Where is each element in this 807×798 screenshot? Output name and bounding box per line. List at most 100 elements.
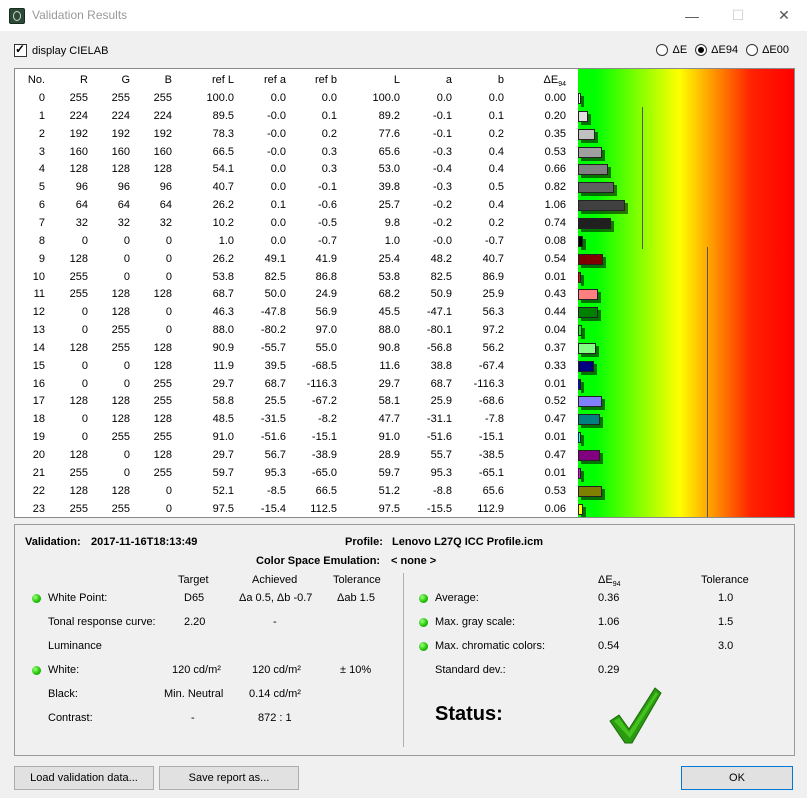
- table-cell: -15.1: [311, 431, 337, 444]
- table-cell: 65.6: [378, 145, 400, 158]
- header-cell: a: [445, 74, 452, 86]
- table-cell: 0: [81, 377, 88, 390]
- table-row[interactable]: 11 255 128 128 68.7 50.0 24.9 68.2 50.9 25.9 0.43: [15, 285, 578, 303]
- results-table[interactable]: No. R G Bref Lref a ref b La b ΔE94 0 255 255 255 10…: [14, 68, 795, 518]
- table-cell: -80.2: [260, 324, 286, 337]
- table-row[interactable]: 8 0 0 0 1.0 0.0 -0.7 1.0 -0.0 -0.7 0.08: [15, 232, 578, 250]
- table-row[interactable]: 20 128 0 128 29.7 56.7 -38.9 28.9 55.7 -38.5 0.47: [15, 446, 578, 464]
- table-row[interactable]: 21 255 0 255 59.7 95.3 -65.0 59.7 95.3 -65.1 0.01: [15, 464, 578, 482]
- close-button[interactable]: ✕: [761, 0, 807, 31]
- delta-e-bar: [578, 200, 625, 212]
- ok-button[interactable]: OK: [681, 766, 793, 790]
- table-cell: 255: [69, 466, 88, 479]
- table-cell: 0.52: [544, 395, 566, 408]
- chroma-value: 0.54: [598, 640, 620, 652]
- radio-de00[interactable]: [746, 44, 759, 56]
- minimize-button[interactable]: —: [669, 0, 715, 31]
- delta-e-bar: [578, 414, 600, 426]
- table-row[interactable]: 18 0 128 128 48.5 -31.5 -8.2 47.7 -31.1 -7.8 0.47: [15, 410, 578, 428]
- chroma-label: Max. chromatic colors:: [435, 640, 546, 652]
- table-row[interactable]: 9 128 0 0 26.2 49.1 41.9 25.4 48.2 40.7 0.54: [15, 250, 578, 268]
- table-cell: -0.4: [433, 163, 452, 176]
- black-target: Min. Neutral: [164, 688, 224, 700]
- table-cell: 41.9: [315, 252, 337, 265]
- table-row[interactable]: 13 0 255 0 88.0 -80.2 97.0 88.0 -80.1 97.2 0.04: [15, 321, 578, 339]
- delta-e-bar: [578, 307, 599, 319]
- table-cell: 10.2: [212, 216, 234, 229]
- delta-e-bar: [578, 485, 603, 497]
- table-cell: 0.54: [544, 252, 566, 265]
- table-cell: 11.6: [379, 359, 400, 372]
- table-cell: -56.8: [426, 341, 452, 354]
- table-row[interactable]: 5 96 96 96 40.7 0.0 -0.1 39.8 -0.3 0.5 0.82: [15, 178, 578, 196]
- table-cell: -0.5: [318, 216, 337, 229]
- delta-e-bar: [578, 289, 599, 301]
- table-row[interactable]: 6 64 64 64 26.2 0.1 -0.6 25.7 -0.2 0.4 1.06: [15, 196, 578, 214]
- white-point-target: D65: [184, 592, 205, 604]
- white-label: White:: [48, 664, 80, 676]
- table-cell: -116.3: [473, 377, 504, 390]
- table-cell: 59.7: [378, 466, 400, 479]
- table-cell: 0: [165, 502, 172, 515]
- table-row[interactable]: 2 192 192 192 78.3 -0.0 0.2 77.6 -0.1 0.2 0.35: [15, 125, 578, 143]
- header-cell: ref a: [263, 74, 286, 86]
- table-row[interactable]: 22 128 128 0 52.1 -8.5 66.5 51.2 -8.8 65.6 0.53: [15, 482, 578, 500]
- radio-de94-label: ΔE94: [711, 44, 739, 56]
- load-validation-data-button[interactable]: Load validation data...: [14, 766, 154, 790]
- average-tolerance: 1.0: [718, 592, 734, 604]
- radio-de[interactable]: [656, 44, 669, 56]
- table-row[interactable]: 10 255 0 0 53.8 82.5 86.8 53.8 82.5 86.9 0.01: [15, 268, 578, 286]
- radio-de-label: ΔE: [672, 44, 688, 56]
- table-cell: 90.9: [212, 341, 234, 354]
- table-cell: -51.6: [260, 431, 286, 444]
- window-title: Validation Results: [32, 8, 128, 22]
- table-cell: 89.5: [212, 109, 234, 122]
- table-cell: 25.7: [378, 199, 400, 212]
- table-row[interactable]: 23 255 255 0 97.5 -15.4 112.5 97.5 -15.5 112.9 0.0…: [15, 500, 578, 517]
- table-cell: 50.9: [430, 288, 452, 301]
- table-cell: 65.6: [482, 484, 504, 497]
- table-cell: -0.3: [433, 145, 452, 158]
- table-cell: 39.8: [378, 181, 400, 194]
- table-row[interactable]: 4 128 128 128 54.1 0.0 0.3 53.0 -0.4 0.4 0.66: [15, 160, 578, 178]
- table-row[interactable]: 7 32 32 32 10.2 0.0 -0.5 9.8 -0.2 0.2 0.74: [15, 214, 578, 232]
- display-cielab-checkbox[interactable]: [14, 42, 27, 57]
- col-tolerance: Tolerance: [333, 574, 381, 586]
- save-report-button[interactable]: Save report as...: [159, 766, 299, 790]
- table-cell: 224: [111, 109, 130, 122]
- black-achieved: 0.14 cd/m²: [249, 688, 301, 700]
- table-cell: -38.5: [478, 449, 504, 461]
- display-cielab-option[interactable]: display CIELAB: [14, 42, 108, 57]
- table-cell: 68.7: [212, 288, 234, 301]
- delta-e-bar: [578, 467, 581, 479]
- table-row[interactable]: 16 0 0 255 29.7 68.7 -116.3 29.7 68.7 -116.3 0.01: [15, 375, 578, 393]
- table-cell: 25.5: [264, 395, 286, 408]
- table-row[interactable]: 14 128 255 128 90.9 -55.7 55.0 90.8 -56.8 56.2 0.3…: [15, 339, 578, 357]
- table-cell: 68.7: [264, 377, 286, 390]
- table-row[interactable]: 3 160 160 160 66.5 -0.0 0.3 65.6 -0.3 0.4 0.53: [15, 143, 578, 161]
- table-cell: 0: [165, 252, 172, 265]
- table-row[interactable]: 0 255 255 255 100.0 0.0 0.0 100.0 0.0 0.0 0.00: [15, 89, 578, 107]
- radio-de94[interactable]: [695, 44, 708, 56]
- table-cell: 128: [69, 395, 88, 408]
- table-row[interactable]: 17 128 128 255 58.8 25.5 -67.2 58.1 25.9 -68.6 0.5…: [15, 392, 578, 410]
- table-cell: 13: [32, 324, 45, 337]
- table-cell: 0.4: [488, 163, 504, 176]
- table-row[interactable]: 15 0 0 128 11.9 39.5 -68.5 11.6 38.8 -67.4 0.33: [15, 357, 578, 375]
- white-target: 120 cd/m²: [172, 664, 221, 676]
- table-cell: 3: [38, 145, 45, 158]
- table-cell: 10: [32, 270, 45, 283]
- table-cell: 128: [69, 252, 88, 265]
- table-cell: 55.0: [315, 341, 337, 354]
- table-cell: 0: [81, 234, 88, 247]
- table-cell: 0: [81, 431, 88, 444]
- table-cell: 0: [123, 234, 130, 247]
- table-cell: -0.6: [318, 199, 337, 212]
- table-row[interactable]: 19 0 255 255 91.0 -51.6 -15.1 91.0 -51.6 -15.1 0.0…: [15, 428, 578, 446]
- table-cell: 5: [38, 181, 45, 194]
- table-cell: -0.2: [433, 216, 452, 229]
- maximize-button[interactable]: ☐: [715, 0, 761, 31]
- table-row[interactable]: 1 224 224 224 89.5 -0.0 0.1 89.2 -0.1 0.1 0.20: [15, 107, 578, 125]
- delta-e-bar: [578, 128, 595, 140]
- table-row[interactable]: 12 0 128 0 46.3 -47.8 56.9 45.5 -47.1 56.3 0.44: [15, 303, 578, 321]
